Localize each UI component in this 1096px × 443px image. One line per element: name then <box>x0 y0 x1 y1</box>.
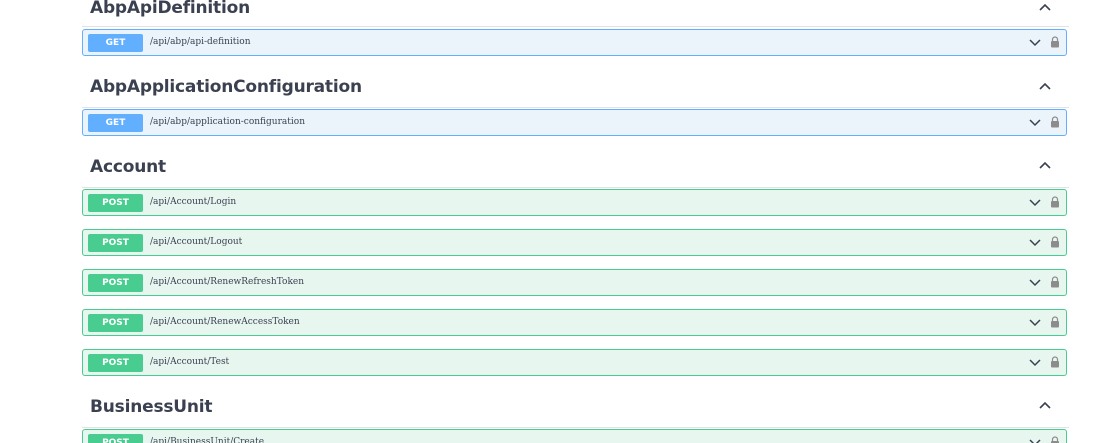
method-badge: GET <box>88 114 143 132</box>
chevron-down-icon[interactable] <box>1029 278 1041 287</box>
section-businessunit: BusinessUnit <box>82 387 1069 428</box>
operation-path: /api/abp/api-definition <box>150 37 251 47</box>
method-badge: POST <box>88 354 143 372</box>
method-badge: POST <box>88 314 143 332</box>
operation-post-account-login[interactable]: POST /api/Account/Login <box>82 189 1067 216</box>
operation-get-application-configuration[interactable]: GET /api/abp/application-configuration <box>82 109 1067 136</box>
operation-path: /api/BusinessUnit/Create <box>150 437 265 443</box>
chevron-up-icon[interactable] <box>1038 399 1052 413</box>
chevron-up-icon[interactable] <box>1038 1 1052 15</box>
swagger-operations-list: AbpApiDefinition GET /api/abp/api-defini… <box>0 0 1096 443</box>
lock-icon[interactable] <box>1050 236 1060 248</box>
operation-post-account-renewaccesstoken[interactable]: POST /api/Account/RenewAccessToken <box>82 309 1067 336</box>
method-badge: GET <box>88 34 143 52</box>
operation-post-businessunit-create[interactable]: POST /api/BusinessUnit/Create <box>82 429 1067 443</box>
section-account: Account <box>82 147 1069 188</box>
chevron-down-icon[interactable] <box>1029 318 1041 327</box>
operation-post-account-logout[interactable]: POST /api/Account/Logout <box>82 229 1067 256</box>
section-header-abpapidefinition[interactable]: AbpApiDefinition <box>82 0 1069 27</box>
operation-path: /api/Account/RenewRefreshToken <box>150 277 305 287</box>
lock-icon[interactable] <box>1050 436 1060 443</box>
section-title: Account <box>90 157 166 177</box>
chevron-down-icon[interactable] <box>1029 438 1041 443</box>
section-abpapplicationconfiguration: AbpApplicationConfiguration <box>82 67 1069 108</box>
operation-path: /api/Account/RenewAccessToken <box>150 317 300 327</box>
section-header-account[interactable]: Account <box>82 147 1069 188</box>
chevron-down-icon[interactable] <box>1029 118 1041 127</box>
operation-path: /api/Account/Login <box>150 197 237 207</box>
operation-post-account-test[interactable]: POST /api/Account/Test <box>82 349 1067 376</box>
section-title: AbpApplicationConfiguration <box>90 77 362 97</box>
chevron-down-icon[interactable] <box>1029 38 1041 47</box>
operation-get-api-definition[interactable]: GET /api/abp/api-definition <box>82 29 1067 56</box>
operation-post-account-renewrefreshtoken[interactable]: POST /api/Account/RenewRefreshToken <box>82 269 1067 296</box>
method-badge: POST <box>88 234 143 252</box>
lock-icon[interactable] <box>1050 36 1060 48</box>
method-badge: POST <box>88 194 143 212</box>
lock-icon[interactable] <box>1050 316 1060 328</box>
chevron-down-icon[interactable] <box>1029 358 1041 367</box>
operation-path: /api/Account/Test <box>150 357 230 367</box>
method-badge: POST <box>88 434 143 443</box>
operation-path: /api/Account/Logout <box>150 237 243 247</box>
section-header-abpapplicationconfiguration[interactable]: AbpApplicationConfiguration <box>82 67 1069 108</box>
lock-icon[interactable] <box>1050 276 1060 288</box>
chevron-down-icon[interactable] <box>1029 238 1041 247</box>
section-header-businessunit[interactable]: BusinessUnit <box>82 387 1069 428</box>
chevron-up-icon[interactable] <box>1038 80 1052 94</box>
lock-icon[interactable] <box>1050 196 1060 208</box>
chevron-down-icon[interactable] <box>1029 198 1041 207</box>
section-abpapidefinition: AbpApiDefinition <box>82 0 1069 27</box>
lock-icon[interactable] <box>1050 356 1060 368</box>
operation-path: /api/abp/application-configuration <box>150 117 305 127</box>
section-title: AbpApiDefinition <box>90 0 250 18</box>
method-badge: POST <box>88 274 143 292</box>
lock-icon[interactable] <box>1050 116 1060 128</box>
section-title: BusinessUnit <box>90 397 213 417</box>
chevron-up-icon[interactable] <box>1038 159 1052 173</box>
